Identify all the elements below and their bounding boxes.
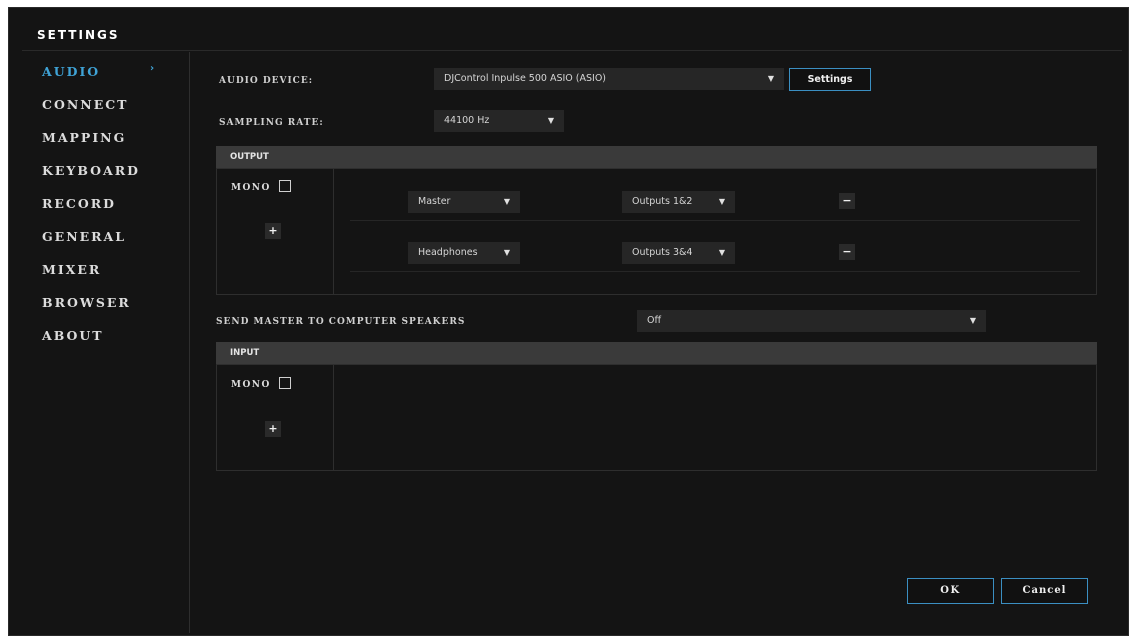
output-row-1-remove-button[interactable]: − (839, 193, 855, 209)
audio-device-dropdown[interactable]: DJControl Inpulse 500 ASIO (ASIO) ▼ (434, 68, 784, 90)
caret-down-icon: ▼ (718, 248, 725, 257)
audio-settings-button[interactable]: Settings (789, 68, 871, 91)
output-row-2-remove-button[interactable]: − (839, 244, 855, 260)
output-row-1-target-dropdown[interactable]: Outputs 1&2 ▼ (622, 191, 735, 213)
output-mono-label: MONO (231, 183, 271, 193)
sidebar-item-about[interactable]: ABOUT (42, 328, 104, 343)
output-row-2-target-dropdown[interactable]: Outputs 3&4 ▼ (622, 242, 735, 264)
sidebar-item-keyboard[interactable]: KEYBOARD (42, 163, 140, 178)
output-section-header: OUTPUT (216, 146, 1097, 168)
input-mono-checkbox[interactable] (279, 377, 291, 389)
caret-down-icon: ▼ (767, 74, 774, 83)
input-panel-divider (333, 364, 334, 471)
sidebar-item-browser[interactable]: BROWSER (42, 295, 131, 310)
output-add-button[interactable]: + (265, 223, 281, 239)
sidebar: AUDIO CONNECT MAPPING KEYBOARD RECORD GE… (22, 52, 190, 633)
output-row-separator (350, 220, 1080, 221)
sidebar-item-general[interactable]: GENERAL (42, 229, 126, 244)
sidebar-item-audio[interactable]: AUDIO (42, 64, 100, 79)
output-row-1-target: Outputs 1&2 (632, 196, 693, 207)
send-master-dropdown[interactable]: Off ▼ (637, 310, 986, 332)
input-panel (216, 364, 1097, 471)
caret-down-icon: ▼ (718, 197, 725, 206)
audio-device-value: DJControl Inpulse 500 ASIO (ASIO) (444, 73, 607, 84)
sampling-rate-dropdown[interactable]: 44100 Hz ▼ (434, 110, 564, 132)
caret-down-icon: ▼ (503, 248, 510, 257)
title-bar: SETTINGS (22, 9, 1122, 51)
sampling-rate-value: 44100 Hz (444, 115, 490, 126)
output-panel (216, 168, 1097, 295)
send-master-value: Off (647, 315, 662, 326)
output-row-1-channel-dropdown[interactable]: Master ▼ (408, 191, 520, 213)
audio-device-label: AUDIO DEVICE: (219, 76, 314, 86)
output-row-1-channel: Master (418, 196, 451, 207)
ok-button[interactable]: OK (907, 578, 994, 604)
sampling-rate-label: SAMPLING RATE: (219, 118, 324, 128)
input-add-button[interactable]: + (265, 421, 281, 437)
caret-down-icon: ▼ (969, 316, 976, 325)
sidebar-item-connect[interactable]: CONNECT (42, 97, 128, 112)
sidebar-item-mixer[interactable]: MIXER (42, 262, 101, 277)
output-row-2-target: Outputs 3&4 (632, 247, 693, 258)
sidebar-item-record[interactable]: RECORD (42, 196, 116, 211)
send-master-label: SEND MASTER TO COMPUTER SPEAKERS (216, 317, 466, 327)
output-mono-checkbox[interactable] (279, 180, 291, 192)
sidebar-item-mapping[interactable]: MAPPING (42, 130, 126, 145)
output-panel-divider (333, 168, 334, 295)
input-section-header: INPUT (216, 342, 1097, 364)
cancel-button[interactable]: Cancel (1001, 578, 1088, 604)
output-row-2-channel: Headphones (418, 247, 478, 258)
output-row-2-channel-dropdown[interactable]: Headphones ▼ (408, 242, 520, 264)
window-title: SETTINGS (37, 28, 120, 42)
caret-down-icon: ▼ (503, 197, 510, 206)
output-row-separator (350, 271, 1080, 272)
active-arrow-icon: › (150, 63, 155, 74)
input-mono-label: MONO (231, 380, 271, 390)
caret-down-icon: ▼ (547, 116, 554, 125)
